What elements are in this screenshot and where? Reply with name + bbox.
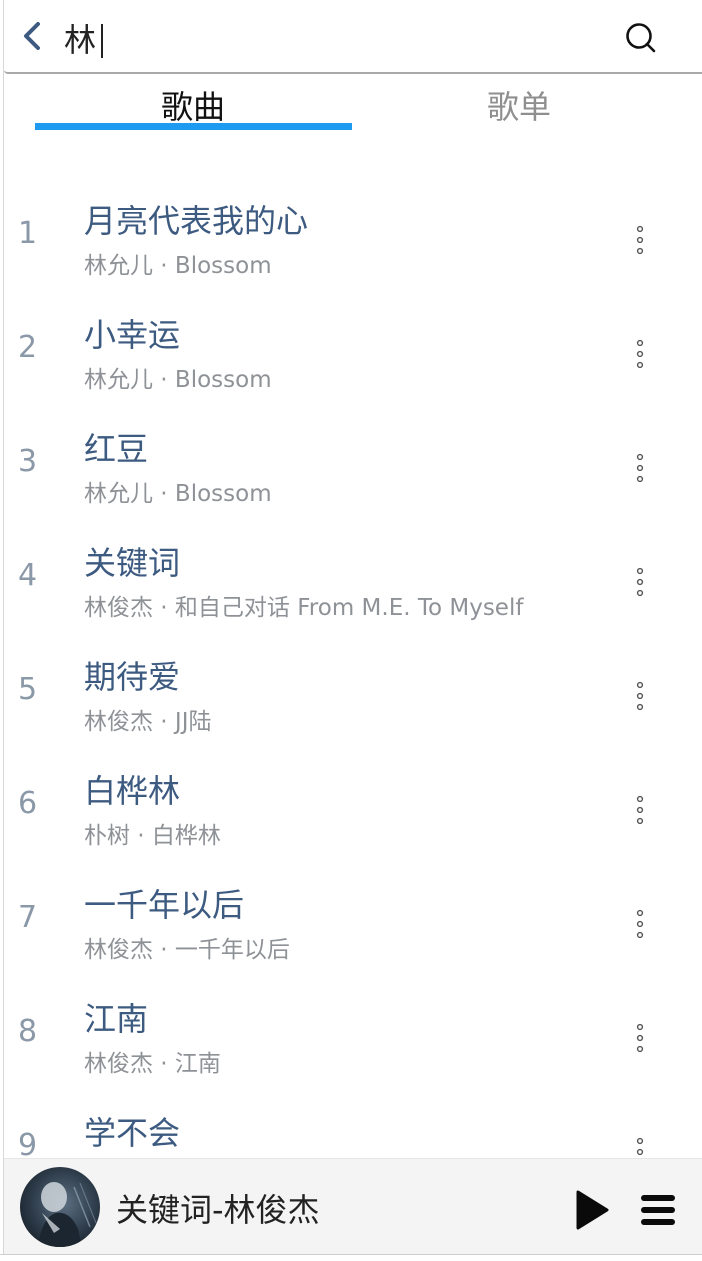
result-tabs: 歌曲 歌单 [4, 76, 702, 136]
music-search-screen: 歌曲 歌单 1 月亮代表我的心 林允儿 · Blossom 2 小幸运 林允儿 … [0, 0, 702, 1261]
more-vertical-icon [636, 795, 644, 825]
song-artist-album: 朴树 · 白桦林 [84, 823, 221, 849]
song-artist-album: 林允儿 · Blossom [84, 367, 272, 393]
list-item[interactable]: 7 一千年以后 林俊杰 · 一千年以后 [4, 864, 702, 978]
more-vertical-icon [636, 453, 644, 483]
now-playing-title[interactable]: 关键词-林俊杰 [116, 1185, 320, 1231]
song-index: 1 [18, 216, 38, 251]
more-button[interactable] [631, 338, 649, 372]
menu-icon [641, 1195, 675, 1225]
song-artist-album: 林俊杰 · 江南 [84, 1051, 221, 1077]
back-button[interactable] [18, 18, 48, 54]
bottom-border [0, 1254, 702, 1261]
song-artist-album: 林允儿 · Blossom [84, 481, 272, 507]
more-button[interactable] [631, 908, 649, 942]
list-item[interactable]: 5 期待爱 林俊杰 · JJ陆 [4, 636, 702, 750]
playlist-queue-button[interactable] [640, 1193, 676, 1227]
song-title: 一千年以后 [84, 886, 245, 924]
more-vertical-icon [636, 909, 644, 939]
song-index: 7 [18, 900, 38, 935]
song-title: 江南 [84, 1000, 149, 1038]
play-button[interactable] [574, 1189, 610, 1231]
search-header [4, 0, 702, 74]
list-item[interactable]: 1 月亮代表我的心 林允儿 · Blossom [4, 180, 702, 294]
more-vertical-icon [636, 1023, 644, 1053]
more-button[interactable] [631, 452, 649, 486]
more-vertical-icon [636, 567, 644, 597]
list-item[interactable]: 8 江南 林俊杰 · 江南 [4, 978, 702, 1092]
song-artist-album: 林允儿 · Blossom [84, 253, 272, 279]
song-index: 4 [18, 558, 38, 593]
song-artist-album: 林俊杰 · 一千年以后 [84, 937, 290, 963]
song-artist-album: 林俊杰 · JJ陆 [84, 709, 212, 735]
song-index: 9 [18, 1128, 38, 1160]
more-button[interactable] [631, 1136, 649, 1160]
mini-player: 关键词-林俊杰 [4, 1158, 702, 1254]
search-input[interactable] [64, 14, 584, 62]
more-button[interactable] [631, 224, 649, 258]
tab-playlists[interactable]: 歌单 [360, 82, 678, 132]
list-item[interactable]: 3 红豆 林允儿 · Blossom [4, 408, 702, 522]
search-icon [626, 23, 656, 53]
more-button[interactable] [631, 566, 649, 600]
more-vertical-icon [636, 1137, 644, 1160]
more-vertical-icon [636, 339, 644, 369]
list-item[interactable]: 9 学不会 [4, 1092, 702, 1160]
song-index: 8 [18, 1014, 38, 1049]
song-index: 6 [18, 786, 38, 821]
more-button[interactable] [631, 794, 649, 828]
text-caret [101, 24, 103, 58]
song-title: 月亮代表我的心 [84, 202, 309, 240]
album-cover-image [20, 1167, 100, 1247]
more-button[interactable] [631, 1022, 649, 1056]
search-button[interactable] [623, 20, 659, 56]
song-title: 关键词 [84, 544, 181, 582]
song-index: 5 [18, 672, 38, 707]
list-item[interactable]: 6 白桦林 朴树 · 白桦林 [4, 750, 702, 864]
more-button[interactable] [631, 680, 649, 714]
active-tab-indicator [35, 123, 352, 130]
song-title: 白桦林 [84, 772, 181, 810]
song-title: 小幸运 [84, 316, 181, 354]
song-index: 3 [18, 444, 38, 479]
list-item[interactable]: 4 关键词 林俊杰 · 和自己对话 From M.E. To Myself [4, 522, 702, 636]
chevron-left-icon [24, 22, 40, 50]
more-vertical-icon [636, 225, 644, 255]
list-item[interactable]: 2 小幸运 林允儿 · Blossom [4, 294, 702, 408]
song-artist-album: 林俊杰 · 和自己对话 From M.E. To Myself [84, 595, 524, 621]
play-icon [576, 1190, 609, 1230]
song-title: 红豆 [84, 430, 149, 468]
song-index: 2 [18, 330, 38, 365]
album-cover[interactable] [20, 1167, 100, 1247]
song-title: 期待爱 [84, 658, 181, 696]
more-vertical-icon [636, 681, 644, 711]
song-title: 学不会 [84, 1114, 181, 1152]
song-list: 1 月亮代表我的心 林允儿 · Blossom 2 小幸运 林允儿 · Blos… [4, 180, 702, 1160]
